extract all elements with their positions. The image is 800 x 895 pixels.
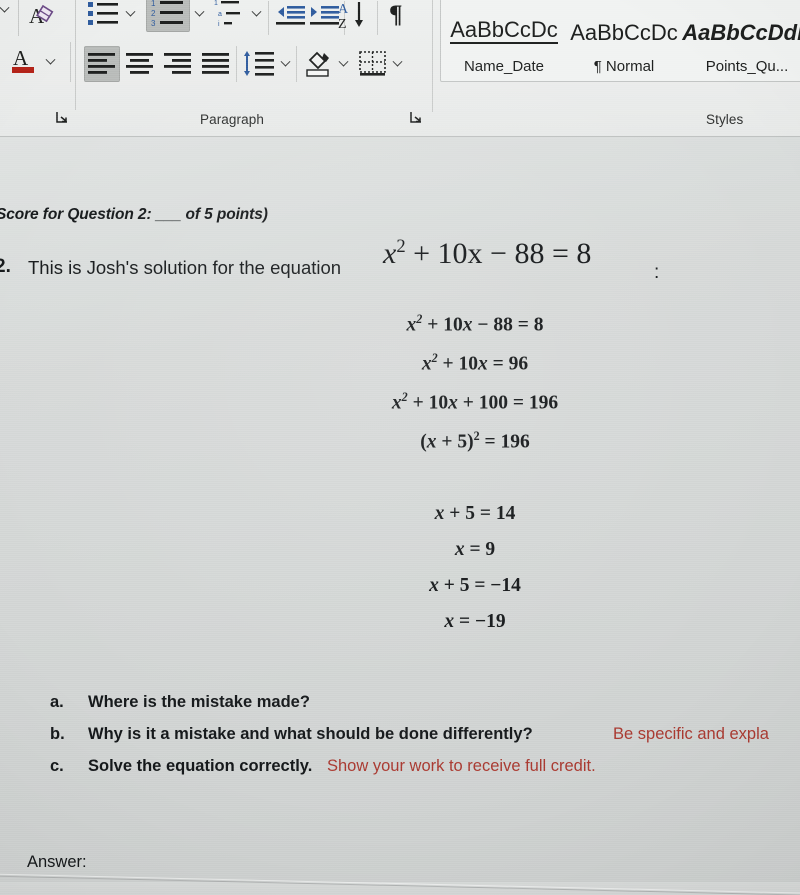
- equation-trailing-colon: :: [654, 262, 660, 283]
- style-name: Name_Date: [463, 58, 545, 75]
- solution-step: x + 5 = −14: [429, 575, 521, 596]
- align-center-button[interactable]: [122, 46, 158, 82]
- document-page[interactable]: Score for Question 2: ___ of 5 points) 2…: [0, 136, 800, 895]
- shading-bucket-icon: [306, 51, 329, 77]
- ribbon-separator: [236, 46, 237, 82]
- sort-az-icon: A Z: [338, 2, 363, 31]
- styles-gallery: AaBbCcDc Name_Date AaBbCcDc ¶ Normal AaB…: [440, 0, 800, 82]
- align-justify-icon: [202, 53, 229, 74]
- chevron-down-icon[interactable]: [193, 8, 206, 21]
- ribbon-group-divider-font-paragraph: [75, 0, 76, 110]
- sub-question-letter: b.: [50, 725, 65, 743]
- style-name: ¶ Normal: [593, 58, 655, 75]
- sub-question-text: Solve the equation correctly.: [88, 757, 313, 775]
- svg-text:A: A: [13, 46, 29, 70]
- solution-step: x2 + 10x − 88 = 8: [406, 312, 544, 336]
- svg-text:3: 3: [151, 19, 156, 28]
- style-name: Points_Qu...: [705, 58, 789, 75]
- shading-button[interactable]: [302, 46, 336, 82]
- sub-question-letter: c.: [50, 757, 64, 775]
- ribbon-separator: [18, 0, 19, 36]
- style-preview: AaBbCcDc: [450, 18, 558, 44]
- sub-question-letter: a.: [50, 693, 64, 711]
- solution-step: x = −19: [444, 611, 506, 632]
- multilevel-list-button[interactable]: 1 a i: [212, 0, 248, 32]
- svg-text:a: a: [218, 11, 222, 18]
- bullet-list-icon: [88, 2, 118, 25]
- ribbon-separator: [70, 42, 71, 82]
- question-stem: This is Josh's solution for the equation: [28, 257, 342, 278]
- score-header: Score for Question 2: ___ of 5 points): [0, 206, 268, 223]
- style-item-points-question[interactable]: AaBbCcDdE Points_Qu...: [682, 0, 800, 81]
- word-ribbon: A A 1 2 3 1 a i A Z ¶ Paragraph Styles A…: [0, 0, 800, 137]
- svg-text:i: i: [218, 21, 220, 28]
- align-right-button[interactable]: [160, 46, 196, 82]
- numbering-button[interactable]: 1 2 3: [146, 0, 190, 32]
- clear-formatting-icon: A: [29, 4, 54, 28]
- chevron-down-icon[interactable]: [44, 56, 57, 69]
- svg-text:¶: ¶: [389, 1, 403, 28]
- equation-rest: + 10x − 88 = 8: [413, 237, 592, 270]
- paragraph-dialog-launcher[interactable]: [410, 111, 423, 124]
- answer-label: Answer:: [27, 853, 87, 871]
- sort-button[interactable]: A Z: [332, 0, 372, 34]
- sub-question-text: Where is the mistake made?: [88, 693, 310, 711]
- decrease-indent-icon: [276, 6, 305, 25]
- styles-group-label: Styles: [706, 112, 744, 127]
- ribbon-separator: [268, 1, 269, 35]
- svg-text:1: 1: [151, 0, 156, 8]
- chevron-down-icon[interactable]: [279, 58, 292, 71]
- ribbon-separator: [377, 1, 378, 35]
- font-color-button[interactable]: A: [8, 44, 42, 78]
- sub-question-text: Why is it a mistake and what should be d…: [88, 725, 533, 743]
- pilcrow-icon: ¶: [389, 1, 403, 28]
- svg-text:1: 1: [214, 0, 218, 7]
- equation-base: x: [383, 237, 397, 270]
- style-item-name-date[interactable]: AaBbCcDc Name_Date: [445, 0, 563, 81]
- align-left-icon: [88, 53, 115, 74]
- borders-icon: [359, 51, 386, 76]
- line-spacing-button[interactable]: [240, 46, 278, 82]
- question-equation: x2 + 10x − 88 = 8: [383, 236, 591, 271]
- solution-step: x2 + 10x + 100 = 196: [391, 390, 559, 414]
- chevron-down-icon[interactable]: [337, 58, 350, 71]
- svg-text:Z: Z: [338, 17, 347, 31]
- align-right-icon: [164, 53, 191, 74]
- question-number: 2.: [0, 256, 11, 277]
- sub-question-emphasis: Be specific and expla: [613, 725, 769, 743]
- align-center-icon: [126, 53, 153, 74]
- multilevel-list-icon: 1 a i: [214, 0, 240, 28]
- svg-text:A: A: [338, 2, 349, 17]
- decrease-indent-button[interactable]: [274, 0, 308, 32]
- sub-question-emphasis: Show your work to receive full credit.: [327, 757, 596, 775]
- justify-button[interactable]: [198, 46, 234, 82]
- style-preview: AaBbCcDdE: [682, 19, 800, 45]
- font-dialog-launcher[interactable]: [56, 111, 69, 124]
- solution-step: x + 5 = 14: [434, 503, 516, 524]
- ribbon-separator: [296, 46, 297, 82]
- style-item-normal[interactable]: AaBbCcDc ¶ Normal: [565, 0, 683, 81]
- ribbon-group-divider-paragraph-styles: [432, 0, 433, 112]
- numbered-list-icon: 1 2 3: [151, 0, 183, 28]
- svg-text:2: 2: [151, 9, 156, 18]
- dialog-launcher-icon: [410, 112, 421, 123]
- clear-all-formatting-button[interactable]: A: [26, 0, 60, 32]
- solution-step: x = 9: [454, 539, 496, 560]
- chevron-down-icon[interactable]: [391, 58, 404, 71]
- chevron-down-icon[interactable]: [0, 4, 11, 17]
- dialog-launcher-icon: [56, 112, 67, 123]
- solution-step: x2 + 10x = 96: [421, 351, 529, 375]
- style-preview: AaBbCcDc: [570, 19, 678, 45]
- paragraph-group-label: Paragraph: [200, 112, 264, 127]
- borders-button[interactable]: [356, 46, 390, 82]
- equation-exponent: 2: [396, 236, 406, 257]
- bullets-button[interactable]: [84, 0, 122, 32]
- chevron-down-icon[interactable]: [124, 8, 137, 21]
- font-color-icon: A: [12, 46, 34, 73]
- chevron-down-icon[interactable]: [250, 8, 263, 21]
- solution-step: (x + 5)2 = 196: [420, 429, 530, 453]
- show-hide-formatting-marks-button[interactable]: ¶: [384, 0, 416, 32]
- align-left-button[interactable]: [84, 46, 120, 82]
- line-spacing-icon: [244, 51, 274, 76]
